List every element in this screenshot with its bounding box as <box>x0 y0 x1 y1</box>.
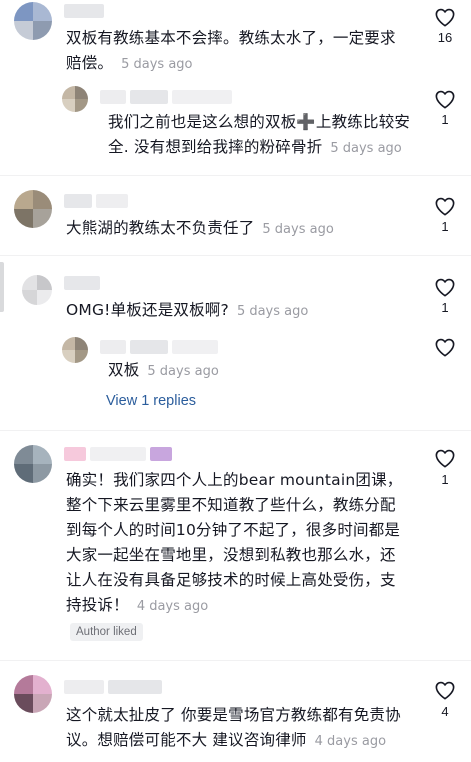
like-button[interactable] <box>434 7 456 27</box>
divider <box>0 255 471 256</box>
like-count: 1 <box>441 219 449 234</box>
avatar[interactable] <box>14 190 52 228</box>
comment-text: 双板有教练基本不会摔。教练太水了，一定要求赔偿。 5 days ago <box>66 29 396 72</box>
comment-timestamp: 5 days ago <box>121 57 193 72</box>
avatar[interactable] <box>62 86 88 112</box>
username[interactable] <box>64 447 172 461</box>
avatar[interactable] <box>14 445 52 483</box>
comment-timestamp: 4 days ago <box>314 734 387 749</box>
comment-timestamp: 5 days ago <box>236 304 309 319</box>
like-button[interactable] <box>434 89 456 109</box>
comment-timestamp: 5 days ago <box>147 364 219 379</box>
scroll-edge-indicator <box>0 262 4 312</box>
comment-timestamp: 5 days ago <box>262 222 334 237</box>
username[interactable] <box>64 276 100 290</box>
like-button[interactable] <box>434 196 456 216</box>
divider <box>0 430 471 431</box>
like-count: 1 <box>441 112 449 127</box>
avatar[interactable] <box>62 337 88 363</box>
comment-text: OMG!单板还是双板啊? 5 days ago <box>66 301 309 319</box>
like-button[interactable] <box>434 680 456 700</box>
like-count: 16 <box>437 30 453 45</box>
like-button[interactable] <box>434 448 456 468</box>
username[interactable] <box>100 90 232 104</box>
like-button[interactable] <box>434 277 456 297</box>
avatar[interactable] <box>22 275 52 305</box>
comment-text: 确实！我们家四个人上的bear mountain团课，整个下来云里雾里不知道教了… <box>66 471 403 614</box>
like-count: 1 <box>441 472 449 487</box>
view-replies-link[interactable]: View 1 replies <box>106 393 196 409</box>
avatar[interactable] <box>14 2 52 40</box>
reply-text: 双板 5 days ago <box>108 361 219 379</box>
username[interactable] <box>100 340 218 354</box>
author-liked-badge: Author liked <box>70 623 143 641</box>
username[interactable] <box>64 4 104 18</box>
comment-timestamp: 4 days ago <box>136 599 209 614</box>
divider <box>0 660 471 661</box>
comment-text: 这个就太扯皮了 你要是雪场官方教练都有免责协议。想赔偿可能不大 建议咨询律师 4 … <box>66 706 401 749</box>
username[interactable] <box>64 194 128 208</box>
comment-timestamp: 5 days ago <box>330 141 402 156</box>
avatar[interactable] <box>14 675 52 713</box>
reply-text: 我们之前也是这么想的双板➕上教练比较安全. 没有想到给我摔的粉碎骨折 5 days… <box>108 113 411 156</box>
like-button[interactable] <box>434 337 456 357</box>
like-count: 4 <box>441 704 449 719</box>
username[interactable] <box>64 680 162 694</box>
divider <box>0 175 471 176</box>
like-count: 1 <box>441 300 449 315</box>
comment-text: 大熊湖的教练太不负责任了 5 days ago <box>66 219 334 237</box>
